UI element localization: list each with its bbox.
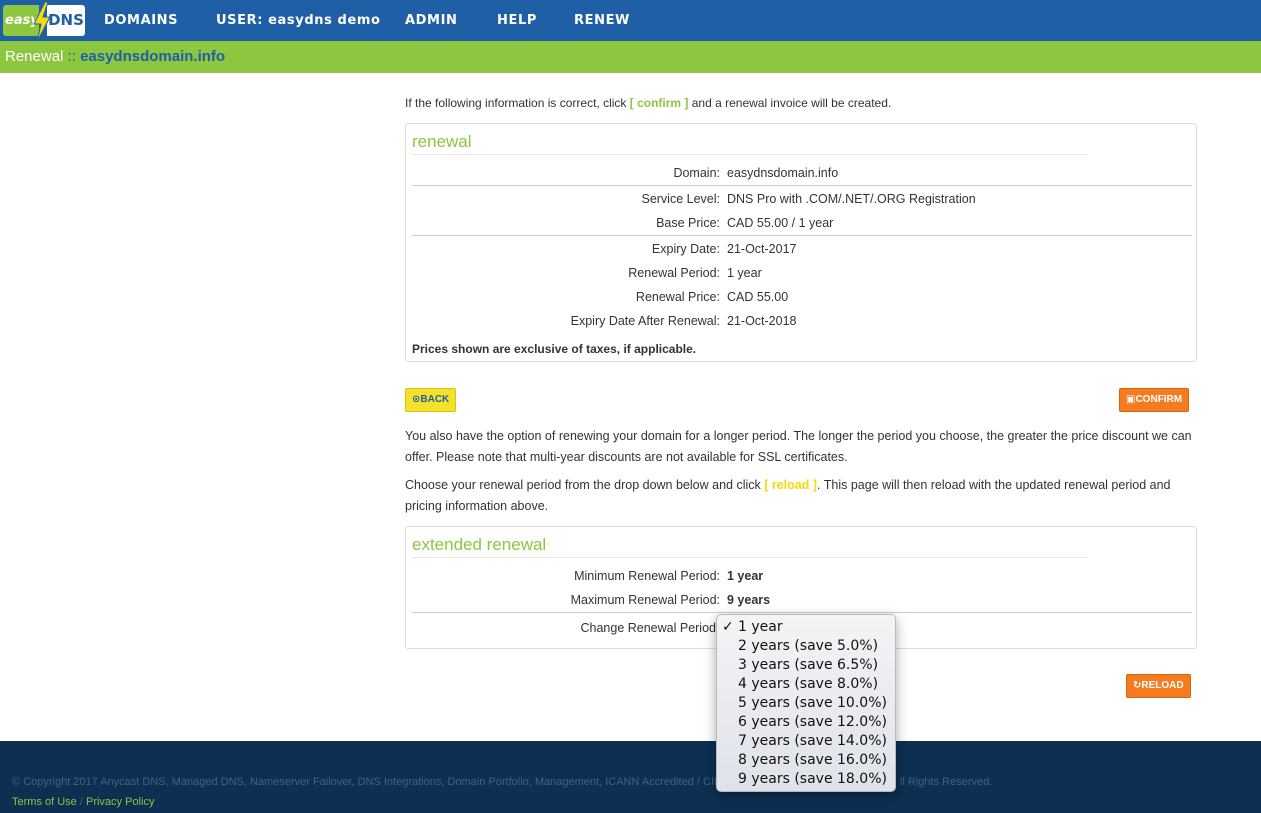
reload-inline-link[interactable]: [ reload ]: [764, 478, 817, 492]
row-value: easydnsdomain.info: [727, 166, 839, 180]
row-renewal-price: Renewal Price: CAD 55.00: [406, 287, 1196, 307]
row-label: Service Level:: [641, 192, 720, 206]
row-domain: Domain: easydnsdomain.info: [406, 163, 1196, 183]
row-value: 21-Oct-2018: [727, 314, 797, 328]
nav-renew[interactable]: RENEW: [574, 0, 630, 41]
copyright-right: ll Rights Reserved.: [899, 776, 993, 788]
option-6-years[interactable]: 6 years (save 12.0%): [717, 713, 895, 732]
footer-links: Terms of Use / Privacy Policy: [12, 796, 154, 808]
option-5-years[interactable]: 5 years (save 10.0%): [717, 694, 895, 713]
row-value: CAD 55.00 / 1 year: [727, 216, 834, 230]
checkmark-icon: ✓: [722, 619, 734, 635]
row-label: Expiry Date After Renewal:: [570, 314, 720, 328]
reload-button-label: RELOAD: [1141, 680, 1184, 691]
renewal-period-select-menu[interactable]: ✓ 1 year 2 years (save 5.0%) 3 years (sav…: [716, 614, 896, 792]
nav-help[interactable]: HELP: [497, 0, 537, 41]
reload-button[interactable]: ↻RELOAD: [1126, 674, 1191, 698]
row-label: Renewal Period:: [628, 266, 720, 280]
row-service-level: Service Level: DNS Pro with .COM/.NET/.O…: [406, 189, 1196, 209]
nav-admin[interactable]: ADMIN: [405, 0, 458, 41]
option-label: 1 year: [738, 619, 783, 635]
privacy-policy-link[interactable]: Privacy Policy: [86, 796, 154, 808]
row-expiry-after-renewal: Expiry Date After Renewal: 21-Oct-2018: [406, 311, 1196, 331]
option-9-years[interactable]: 9 years (save 18.0%): [717, 770, 895, 789]
page-section-title: Renewal: [5, 48, 64, 65]
terms-of-use-link[interactable]: Terms of Use: [12, 796, 77, 808]
confirm-inline-link[interactable]: [ confirm ]: [630, 96, 689, 110]
longer-period-paragraph: You also have the option of renewing you…: [405, 429, 1192, 464]
row-maximum-period: Maximum Renewal Period: 9 years: [406, 590, 1196, 610]
row-value: 1 year: [727, 266, 762, 280]
row-label: Minimum Renewal Period:: [574, 569, 720, 583]
row-expiry-date: Expiry Date: 21-Oct-2017: [406, 239, 1196, 259]
divider: [412, 612, 1192, 613]
row-value: 21-Oct-2017: [727, 242, 797, 256]
tax-note: Prices shown are exclusive of taxes, if …: [412, 342, 697, 356]
renewal-panel-title: renewal: [412, 132, 1088, 155]
option-3-years[interactable]: 3 years (save 6.5%): [717, 656, 895, 675]
page-domain-title: easydnsdomain.info: [80, 48, 226, 65]
option-2-years[interactable]: 2 years (save 5.0%): [717, 637, 895, 656]
back-button-label: BACK: [420, 394, 450, 405]
intro-after: and a renewal invoice will be created.: [688, 96, 892, 110]
top-navigation: easy DNS DOMAINS USER: easydns demo ADMI…: [0, 0, 1261, 42]
option-8-years[interactable]: 8 years (save 16.0%): [717, 751, 895, 770]
back-button[interactable]: ⊙BACK: [405, 388, 457, 412]
nav-user[interactable]: USER: easydns demo: [216, 0, 381, 41]
confirm-button[interactable]: ▣CONFIRM: [1119, 388, 1190, 412]
row-renewal-period: Renewal Period: 1 year: [406, 263, 1196, 283]
divider: [412, 185, 1192, 186]
breadcrumb-separator: ::: [67, 48, 76, 65]
row-base-price: Base Price: CAD 55.00 / 1 year: [406, 213, 1196, 233]
page-footer: © Copyright 2017 Anycast DNS, Managed DN…: [0, 741, 1261, 813]
row-label: Base Price:: [656, 216, 720, 230]
reload-instructions-paragraph: Choose your renewal period from the drop…: [405, 475, 1197, 517]
confirm-button-label: CONFIRM: [1135, 394, 1183, 405]
intro-text: If the following information is correct,…: [405, 96, 891, 110]
row-label: Renewal Price:: [635, 290, 720, 304]
row-value: 9 years: [727, 593, 771, 607]
lightning-bolt-icon: [33, 2, 51, 42]
row-label: Maximum Renewal Period:: [570, 593, 720, 607]
option-1-year[interactable]: ✓ 1 year: [717, 618, 895, 637]
row-value: 1 year: [727, 569, 764, 583]
divider: [412, 235, 1192, 236]
easydns-logo[interactable]: easy DNS: [3, 2, 85, 42]
change-period-label: Change Renewal Period: [580, 621, 716, 635]
row-label: Expiry Date:: [651, 242, 720, 256]
footer-link-separator: /: [79, 796, 83, 808]
row-value: CAD 55.00: [727, 290, 789, 304]
extended-panel-title: extended renewal: [412, 535, 1088, 558]
option-4-years[interactable]: 4 years (save 8.0%): [717, 675, 895, 694]
page-title-bar: Renewal :: easydnsdomain.info: [0, 41, 1261, 73]
renewal-panel: renewal Domain: easydnsdomain.info Servi…: [405, 123, 1197, 362]
row-minimum-period: Minimum Renewal Period: 1 year: [406, 566, 1196, 586]
nav-domains[interactable]: DOMAINS: [104, 0, 178, 41]
row-value: DNS Pro with .COM/.NET/.ORG Registration: [727, 192, 976, 206]
copyright-left: © Copyright 2017 Anycast DNS, Managed DN…: [12, 776, 722, 788]
option-7-years[interactable]: 7 years (save 14.0%): [717, 732, 895, 751]
row-label: Domain:: [673, 166, 720, 180]
intro-before: If the following information is correct,…: [405, 96, 630, 110]
p2-before: Choose your renewal period from the drop…: [405, 478, 765, 492]
